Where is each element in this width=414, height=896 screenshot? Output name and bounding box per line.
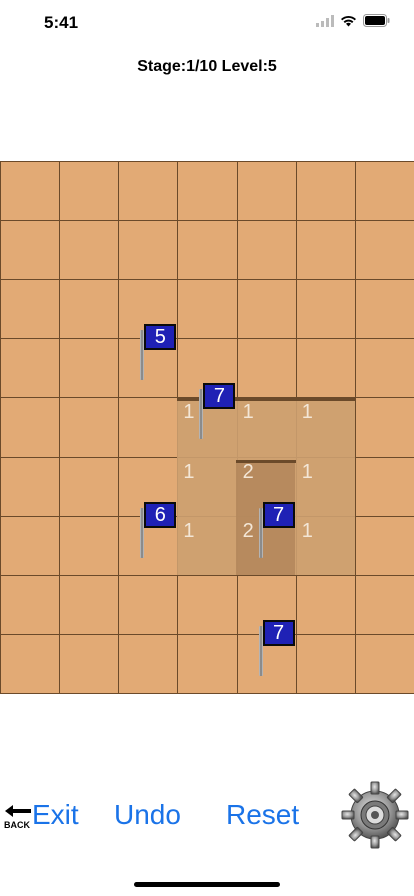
flag-marker[interactable]: 7 [257, 619, 297, 678]
board-cell[interactable] [59, 633, 120, 694]
toolbar: BACK Exit Undo Reset [0, 770, 414, 860]
board-cell[interactable] [59, 515, 120, 576]
board-cell[interactable] [118, 574, 179, 635]
board-cell[interactable] [0, 161, 61, 222]
board-cell[interactable] [177, 161, 238, 222]
board-cell[interactable] [118, 397, 179, 458]
status-time: 5:41 [44, 13, 79, 32]
cell-number: 2 [242, 460, 254, 483]
board-cell[interactable] [236, 338, 297, 399]
undo-button[interactable]: Undo [114, 799, 181, 831]
board-cell[interactable] [354, 338, 414, 399]
cell-number: 1 [183, 401, 195, 424]
signal-icon [316, 14, 334, 27]
status-bar: 5:41 [0, 0, 414, 48]
stage-level-title: Stage:1/10 Level:5 [137, 58, 277, 75]
board-cell[interactable] [354, 220, 414, 281]
board-cell[interactable] [354, 633, 414, 694]
board-cell[interactable] [295, 338, 356, 399]
board-cell[interactable] [295, 279, 356, 340]
cell-number: 2 [242, 519, 254, 542]
cell-number: 1 [242, 401, 254, 424]
reset-button[interactable]: Reset [226, 799, 299, 831]
board-cell[interactable] [59, 574, 120, 635]
board-cell[interactable] [118, 633, 179, 694]
board-cell[interactable] [0, 633, 61, 694]
flag-number: 7 [262, 501, 295, 528]
board-cell[interactable] [59, 220, 120, 281]
board-cell[interactable] [177, 574, 238, 635]
cell-number: 1 [301, 401, 313, 424]
wifi-icon [341, 15, 356, 26]
board-cell[interactable] [0, 456, 61, 517]
board-cell[interactable] [177, 633, 238, 694]
board-cell[interactable] [0, 515, 61, 576]
exit-button[interactable]: Exit [32, 799, 79, 831]
board-cell[interactable] [59, 397, 120, 458]
cell-number: 1 [183, 460, 195, 483]
board-cell[interactable] [236, 220, 297, 281]
game-board[interactable]: 1 1 1 1 2 1 1 2 1 5 7 6 7 7 [0, 161, 414, 694]
board-cell[interactable] [295, 220, 356, 281]
status-icons [316, 14, 390, 27]
board-cell[interactable] [295, 633, 356, 694]
flag-number: 5 [144, 324, 177, 351]
flag-marker[interactable]: 7 [257, 501, 297, 560]
flag-number: 6 [144, 501, 177, 528]
board-cell[interactable] [295, 161, 356, 222]
home-indicator [134, 882, 280, 887]
board-cell[interactable] [354, 574, 414, 635]
cell-number: 1 [183, 519, 195, 542]
flag-number: 7 [203, 383, 236, 410]
board-cell[interactable] [354, 456, 414, 517]
board-cell[interactable] [59, 338, 120, 399]
board-cell[interactable] [0, 397, 61, 458]
cell-number: 1 [301, 460, 313, 483]
board-cell[interactable] [177, 220, 238, 281]
board-cell[interactable] [236, 279, 297, 340]
back-label: BACK [4, 820, 30, 830]
flag-number: 7 [262, 619, 295, 646]
board-cell[interactable] [354, 279, 414, 340]
board-cell[interactable] [177, 279, 238, 340]
board-cell[interactable] [118, 220, 179, 281]
board-cell[interactable] [236, 161, 297, 222]
back-arrow-icon[interactable]: BACK [3, 801, 33, 831]
board-cell[interactable] [0, 338, 61, 399]
board-cell[interactable] [0, 279, 61, 340]
flag-marker[interactable]: 6 [138, 501, 178, 560]
cell-number: 1 [301, 519, 313, 542]
board-cell[interactable] [354, 161, 414, 222]
board-cell[interactable] [0, 220, 61, 281]
board-cell[interactable] [354, 515, 414, 576]
board-cell[interactable] [354, 397, 414, 458]
board-cell[interactable] [295, 574, 356, 635]
board-cell[interactable] [59, 456, 120, 517]
battery-icon [363, 14, 390, 27]
board-cell[interactable] [59, 161, 120, 222]
board-cell[interactable] [59, 279, 120, 340]
flag-marker[interactable]: 7 [197, 383, 237, 441]
board-cell[interactable] [118, 161, 179, 222]
gear-icon[interactable] [340, 780, 410, 850]
board-cell[interactable] [0, 574, 61, 635]
flag-marker[interactable]: 5 [138, 324, 178, 382]
